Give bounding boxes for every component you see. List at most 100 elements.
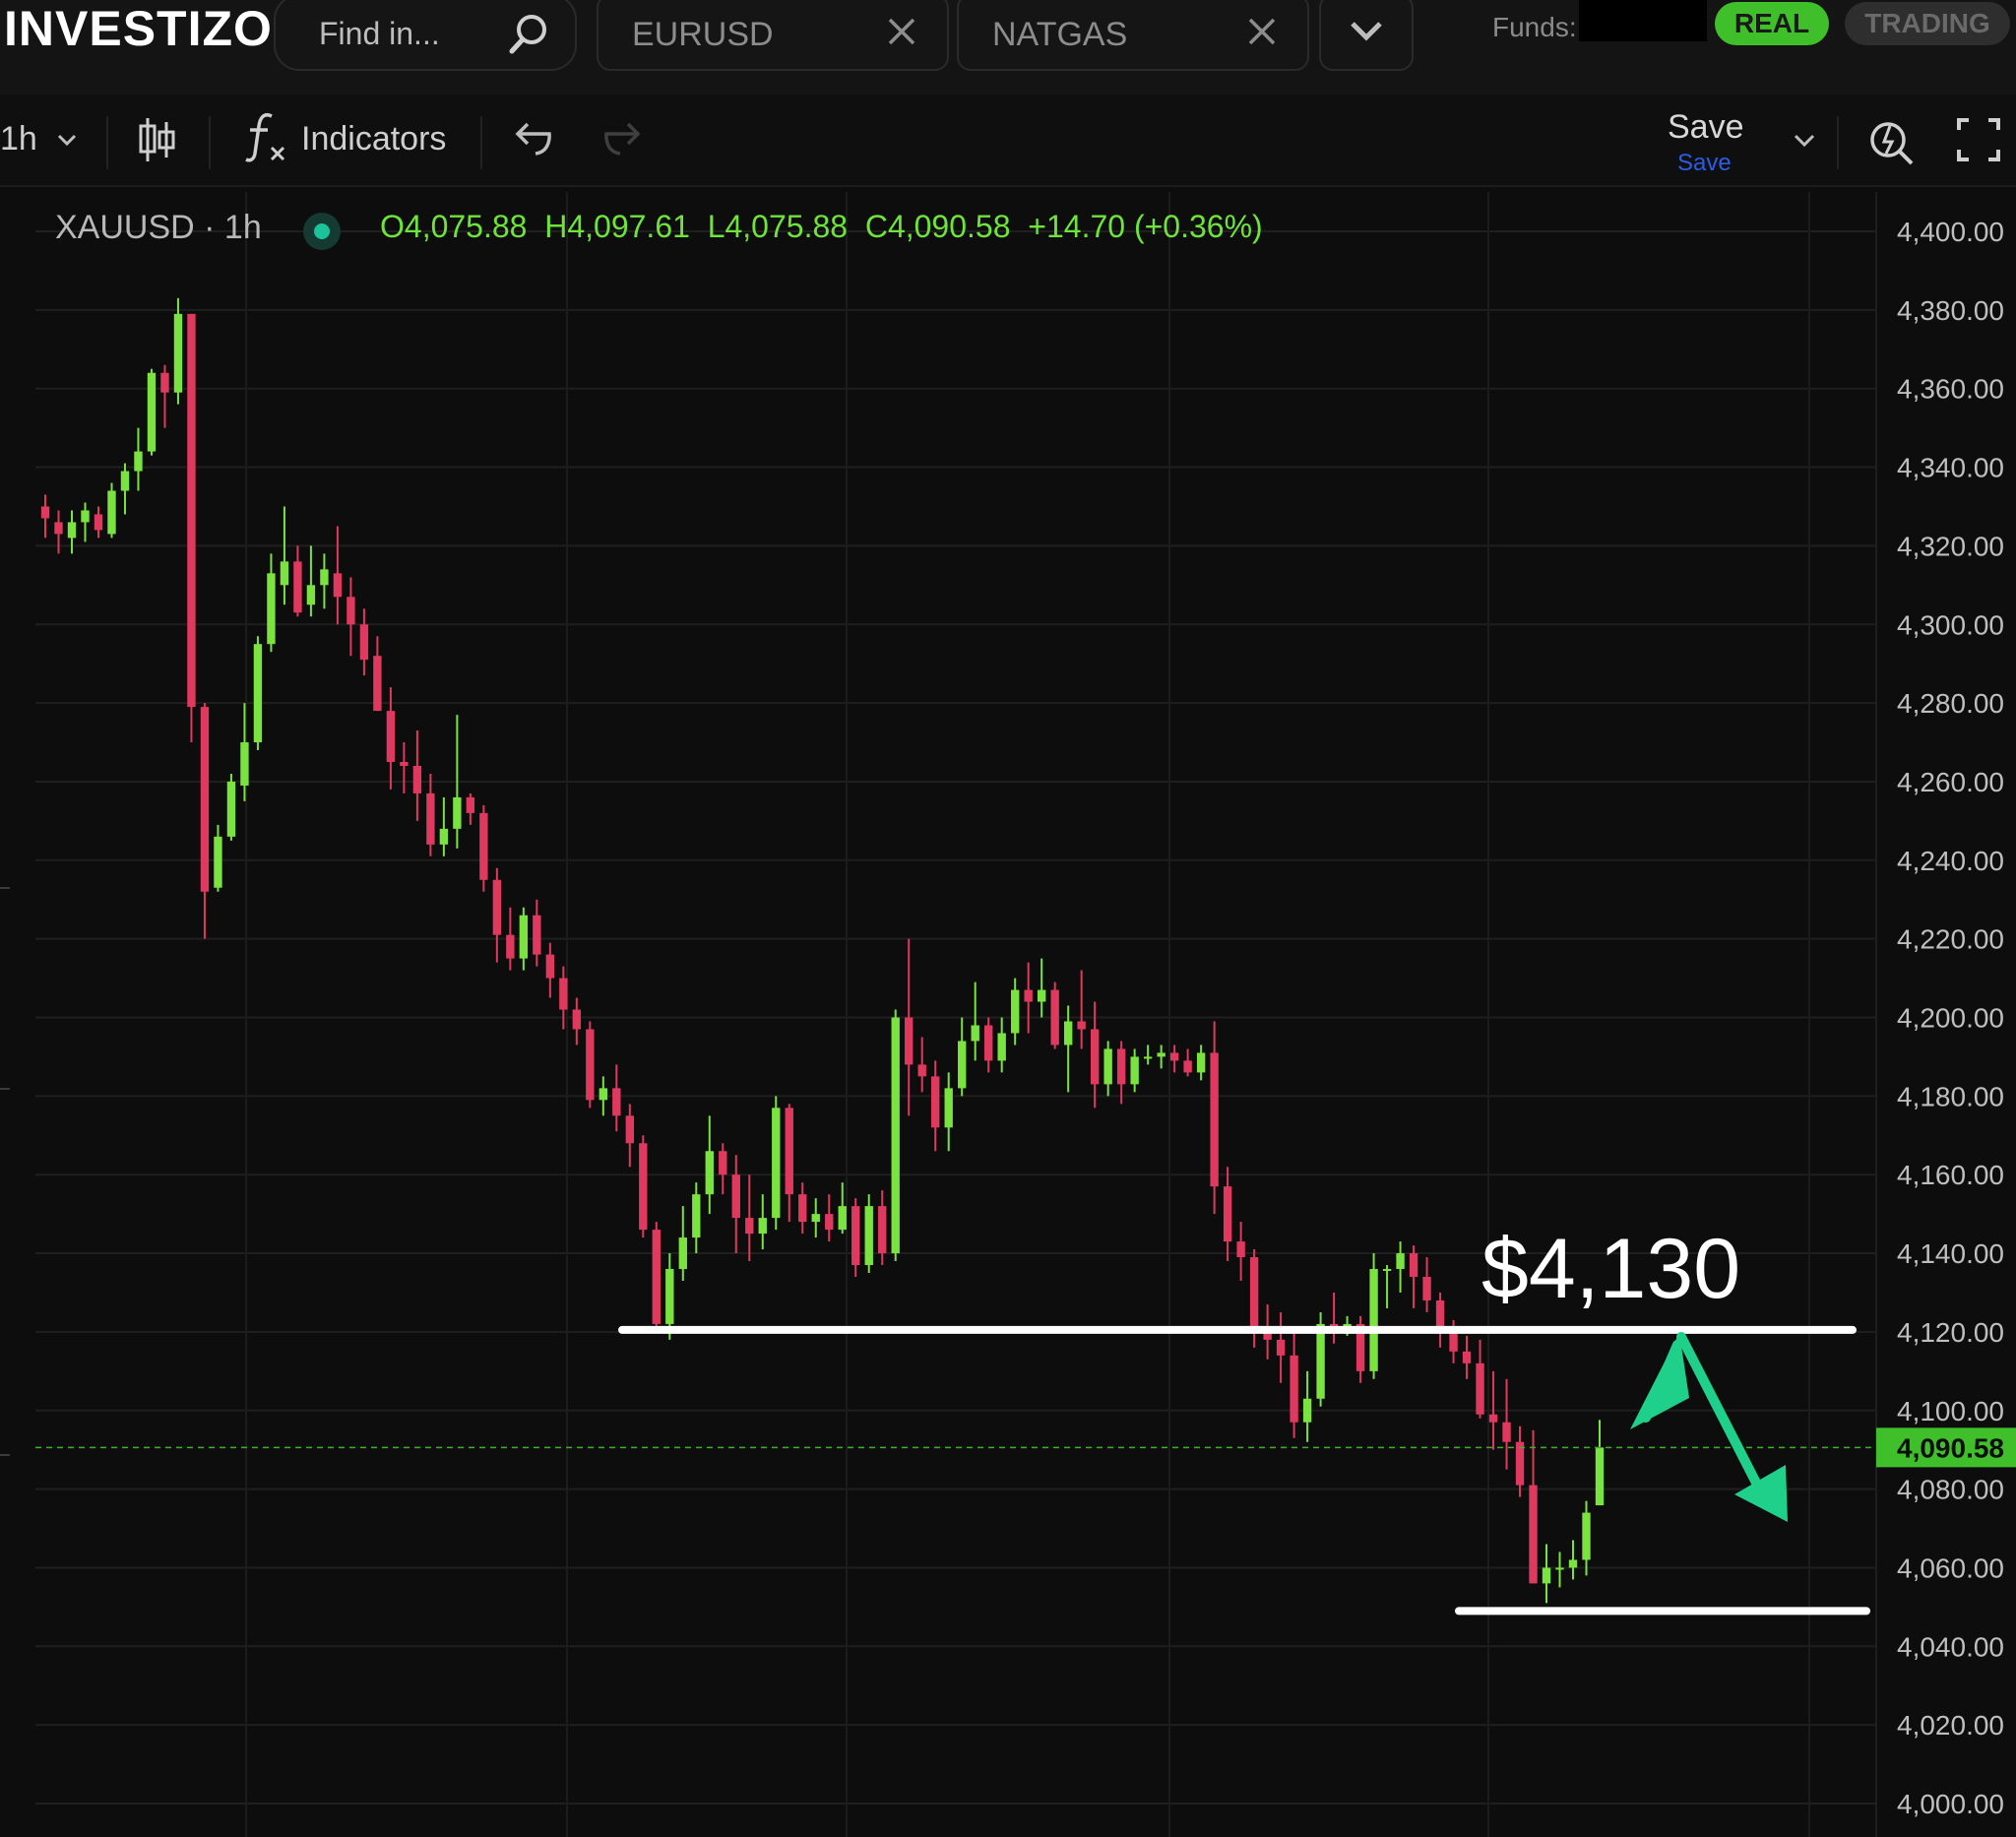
- price-tick-label: 4,400.00: [1897, 217, 2004, 247]
- candle-body-down: [612, 1088, 621, 1116]
- candle-body-down: [1169, 1052, 1179, 1061]
- low-value: L4,075.88: [707, 209, 849, 244]
- tabs-dropdown-button[interactable]: [1319, 0, 1414, 71]
- trading-mode-button[interactable]: TRADING: [1845, 2, 2010, 45]
- candle-body-up: [1582, 1512, 1591, 1560]
- toolbar-divider: [209, 116, 211, 169]
- candle-body-up: [1595, 1447, 1605, 1506]
- candle-body-up: [267, 573, 276, 645]
- candle-body-up: [439, 828, 449, 845]
- candle-body-down: [1529, 1485, 1538, 1584]
- candle-body-up: [1568, 1559, 1578, 1568]
- chevron-down-icon[interactable]: [55, 130, 79, 150]
- close-icon[interactable]: [884, 14, 919, 49]
- symbol-search[interactable]: Find in...: [274, 0, 577, 71]
- redo-icon[interactable]: [600, 120, 644, 159]
- candle-body-down: [533, 915, 541, 955]
- toolbar-divider: [1837, 116, 1839, 169]
- candle-body-down: [346, 597, 355, 625]
- investizo-logo[interactable]: INVESTIZO: [4, 2, 273, 55]
- candles-type-icon[interactable]: [136, 114, 177, 165]
- price-chart[interactable]: 4,400.00 4,380.00 4,360.00 4,340.00 4,320.00…: [0, 185, 2016, 1837]
- price-tick-label: 4,260.00: [1897, 767, 2004, 797]
- candle-body-down: [1422, 1277, 1431, 1300]
- chevron-down-icon[interactable]: [1792, 130, 1817, 150]
- toolbar-divider: [106, 116, 108, 169]
- candle-body-down: [545, 954, 555, 979]
- ohlc-values: O4,075.88 H4,097.61 L4,075.88 C4,090.58 …: [380, 209, 1263, 245]
- close-value: C4,090.58: [864, 209, 1011, 244]
- market-status-dot: [303, 213, 341, 250]
- candle-body-down: [373, 656, 382, 712]
- price-tick-label: 4,220.00: [1897, 924, 2004, 955]
- price-tick-label: 4,320.00: [1897, 531, 2004, 561]
- interval-label[interactable]: 1h: [0, 120, 37, 158]
- candle-body-up: [240, 742, 249, 786]
- tab-natgas[interactable]: NATGAS: [957, 0, 1309, 71]
- candle-body-up: [280, 561, 289, 586]
- symbol-interval[interactable]: XAUUSD · 1h: [55, 209, 262, 246]
- candle-body-down: [1462, 1351, 1472, 1363]
- up-arrow-head: [1630, 1333, 1689, 1429]
- tab-label: EURUSD: [632, 16, 774, 53]
- candle-body-down: [625, 1115, 634, 1144]
- candle-body-down: [1223, 1186, 1232, 1242]
- candle-body-down: [1090, 1029, 1100, 1085]
- candle-body-down: [160, 372, 169, 393]
- candle-body-up: [665, 1269, 674, 1324]
- chart-legend: XAUUSD · 1h O4,075.88 H4,097.61 L4,075.8…: [55, 209, 1263, 250]
- candle-body-up: [864, 1206, 873, 1266]
- candle-body-up: [1302, 1398, 1312, 1423]
- price-tick-label: 4,000.00: [1897, 1789, 2004, 1819]
- candle-body-down: [426, 792, 435, 845]
- candle-body-up: [1382, 1269, 1392, 1272]
- save-button[interactable]: Save Save: [1662, 102, 1770, 181]
- candle-body-down: [1116, 1048, 1126, 1085]
- candle-body-down: [187, 313, 196, 708]
- candle-body-down: [1449, 1331, 1458, 1352]
- candle-body-up: [838, 1206, 847, 1231]
- candle-body-up: [1103, 1048, 1112, 1085]
- tab-eurusd[interactable]: EURUSD: [597, 0, 949, 71]
- candle-body-up: [705, 1151, 714, 1195]
- candle-body-down: [1290, 1355, 1298, 1423]
- price-tick-label: 4,020.00: [1897, 1710, 2004, 1741]
- candle-body-down: [333, 573, 343, 598]
- price-tick-label: 4,360.00: [1897, 374, 2004, 405]
- candle-body-down: [293, 561, 302, 613]
- undo-icon[interactable]: [512, 120, 555, 159]
- candle-body-up: [1011, 989, 1020, 1034]
- candle-body-down: [386, 711, 396, 762]
- candle-body-up: [226, 781, 236, 837]
- candle-body-down: [466, 796, 475, 813]
- candle-body-down: [745, 1218, 754, 1235]
- chart-toolbar: 1h Indicators Save Save: [0, 95, 2016, 187]
- candle-body-up: [320, 569, 329, 586]
- candle-body-up: [772, 1108, 781, 1219]
- fullscreen-icon[interactable]: [1955, 114, 2002, 165]
- candle-body-down: [917, 1064, 926, 1077]
- candle-body-down: [1476, 1362, 1484, 1415]
- price-tick-label: 4,300.00: [1897, 609, 2004, 640]
- candle-body-down: [1236, 1241, 1245, 1258]
- candle-body-up: [81, 510, 90, 523]
- candle-body-up: [1063, 1021, 1073, 1045]
- candle-body-down: [492, 879, 502, 935]
- candle-body-up: [958, 1041, 967, 1089]
- candle-body-up: [147, 372, 157, 452]
- candle-body-down: [1050, 989, 1059, 1045]
- candle-body-down: [825, 1214, 834, 1231]
- high-value: H4,097.61: [544, 209, 690, 244]
- chevron-down-icon: [1351, 22, 1382, 41]
- real-mode-button[interactable]: REAL: [1715, 2, 1829, 45]
- indicators-button[interactable]: Indicators: [240, 110, 457, 165]
- candle-body-down: [559, 978, 568, 1010]
- close-icon[interactable]: [1244, 14, 1280, 49]
- candle-body-down: [851, 1206, 860, 1266]
- price-tick-label: 4,280.00: [1897, 688, 2004, 719]
- quick-search-icon[interactable]: [1866, 112, 1918, 167]
- annotation-layer: 4,090.58 $4,130: [35, 1222, 2016, 1615]
- function-icon: [245, 113, 285, 162]
- candle-body-down: [1249, 1257, 1259, 1328]
- candle-body-up: [1369, 1269, 1378, 1371]
